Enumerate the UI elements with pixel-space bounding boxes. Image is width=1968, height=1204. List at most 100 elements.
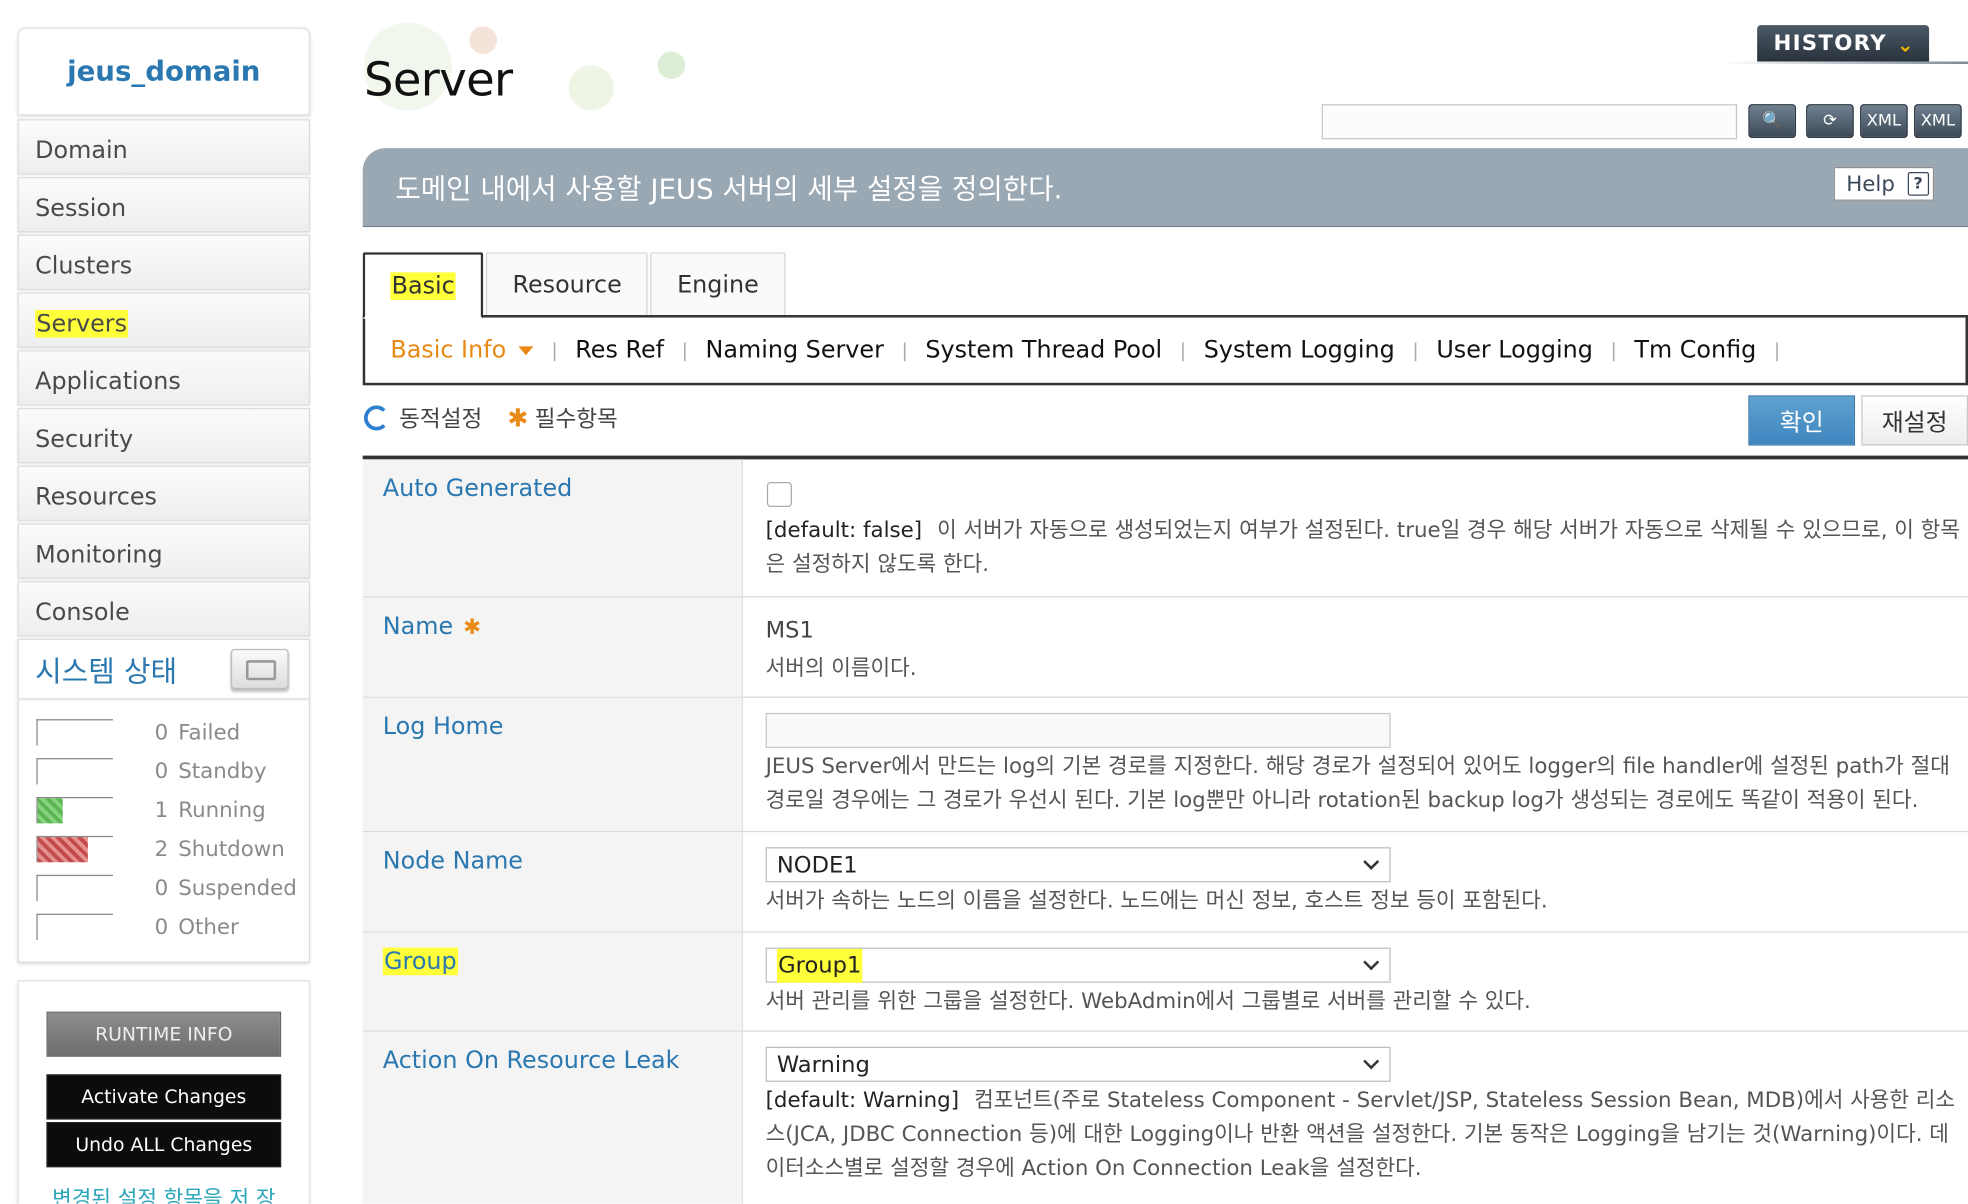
chevron-down-icon: ⌄ xyxy=(1896,32,1915,56)
group-select[interactable]: Group1 xyxy=(765,947,1391,983)
sidebar: jeus_domain Domain Session Clusters Serv… xyxy=(17,27,311,1204)
status-bar-fill xyxy=(37,798,63,824)
field-value: [default: false] 이 서버가 자동으로 생성되었는지 여부가 설정… xyxy=(743,459,1968,596)
history-underline xyxy=(1721,61,1968,65)
status-row: 0 Other xyxy=(19,907,309,946)
decoration-circle xyxy=(657,51,686,80)
default-value: [default: Warning] xyxy=(765,1088,960,1114)
tab-basic[interactable]: Basic xyxy=(362,252,484,319)
field-value: NODE1 서버가 속하는 노드의 이름을 설정한다. 노드에는 머신 정보, … xyxy=(743,832,1968,931)
auto-generated-checkbox[interactable] xyxy=(766,481,792,508)
subtab-system-logging[interactable]: System Logging xyxy=(1204,336,1395,364)
question-icon: ? xyxy=(1907,171,1929,196)
subtab-res-ref[interactable]: Res Ref xyxy=(575,336,664,364)
field-label-text: Group xyxy=(382,947,458,976)
field-label: Name ✱ xyxy=(362,597,744,697)
reset-button[interactable]: 재설정 xyxy=(1861,395,1968,446)
status-bar xyxy=(36,796,113,824)
field-label: Auto Generated xyxy=(362,459,744,597)
help-text: JEUS Server에서 만드는 log의 기본 경로를 지정한다. 해당 경… xyxy=(765,754,1950,814)
help-text: 서버가 속하는 노드의 이름을 설정한다. 노드에는 머신 정보, 호스트 정보… xyxy=(765,888,1548,914)
divider: | xyxy=(681,338,688,362)
status-row: 1 Running xyxy=(19,791,309,830)
undo-changes-button[interactable]: Undo ALL Changes xyxy=(46,1122,282,1168)
help-label: Help xyxy=(1846,171,1895,197)
row-log-home: Log Home JEUS Server에서 만드는 log의 기본 경로를 지… xyxy=(362,697,1968,833)
select-value: Warning xyxy=(776,1051,870,1078)
field-label: Node Name xyxy=(362,832,744,932)
changed-settings-link[interactable]: 변경된 설정 항목을 저 장 및 취소하는 기능 입 xyxy=(46,1185,281,1203)
activate-changes-button[interactable]: Activate Changes xyxy=(46,1074,282,1120)
help-text: 서버의 이름이다. xyxy=(765,656,917,682)
row-action-on-resource-leak: Action On Resource Leak Warning [default… xyxy=(362,1031,1968,1204)
ok-button[interactable]: 확인 xyxy=(1748,395,1856,446)
main-tabs: Basic Resource Engine xyxy=(362,252,788,319)
xml-export-icon[interactable]: XML xyxy=(1860,104,1908,139)
action-leak-select[interactable]: Warning xyxy=(765,1046,1391,1082)
subtab-tm-config[interactable]: Tm Config xyxy=(1634,336,1756,364)
log-home-input[interactable] xyxy=(765,712,1391,749)
domain-name[interactable]: jeus_domain xyxy=(17,27,311,116)
xml-import-icon[interactable]: XML xyxy=(1914,104,1962,139)
subtab-naming-server[interactable]: Naming Server xyxy=(706,336,884,364)
subtab-basic-info[interactable]: Basic Info xyxy=(390,336,534,364)
divider: | xyxy=(1412,338,1419,362)
description-banner: 도메인 내에서 사용할 JEUS 서버의 세부 설정을 정의한다. xyxy=(362,148,1968,228)
field-help: [default: false] 이 서버가 자동으로 생성되었는지 여부가 설정… xyxy=(766,515,1968,583)
default-value: [default: false] xyxy=(765,518,923,544)
node-name-select[interactable]: NODE1 xyxy=(765,847,1391,883)
chevron-down-icon xyxy=(1363,853,1380,870)
status-bar xyxy=(36,874,113,902)
field-value: MS1 서버의 이름이다. xyxy=(743,597,1968,696)
history-button[interactable]: HISTORY ⌄ xyxy=(1757,25,1930,63)
divider: | xyxy=(1610,338,1617,362)
field-value: Group1 서버 관리를 위한 그룹을 설정한다. WebAdmin에서 그룹… xyxy=(743,933,1968,1031)
legend-required: 필수항목 xyxy=(534,406,618,434)
nav-item-servers[interactable]: Servers xyxy=(17,292,311,348)
help-text: 이 서버가 자동으로 생성되었는지 여부가 설정된다. true일 경우 해당 … xyxy=(765,518,1960,578)
field-help: [default: Warning] 컴포넌트(주로 Stateless Comp… xyxy=(766,1084,1968,1186)
page-title: Server xyxy=(363,52,513,107)
search-input[interactable] xyxy=(1321,104,1738,140)
status-row: 0 Standby xyxy=(19,752,309,791)
status-count: 0 xyxy=(154,914,169,940)
status-label: Other xyxy=(178,914,239,940)
subtab-system-thread-pool[interactable]: System Thread Pool xyxy=(925,336,1162,364)
nav-item-resources[interactable]: Resources xyxy=(17,465,311,521)
field-value: Warning [default: Warning] 컴포넌트(주로 Statel… xyxy=(743,1032,1968,1204)
system-status-title: 시스템 상태 xyxy=(35,656,178,690)
row-node-name: Node Name NODE1 서버가 속하는 노드의 이름을 설정한다. 노드… xyxy=(362,832,1968,933)
status-count: 0 xyxy=(154,758,169,784)
field-label: Group xyxy=(362,932,744,1031)
divider: | xyxy=(901,338,908,362)
status-count: 2 xyxy=(154,836,169,862)
refresh-icon[interactable]: ⟳ xyxy=(1806,104,1854,139)
help-button[interactable]: Help? xyxy=(1833,166,1935,201)
nav-item-domain[interactable]: Domain xyxy=(17,119,311,175)
decoration-circle xyxy=(568,65,614,111)
status-count: 0 xyxy=(154,719,169,745)
nav-item-console[interactable]: Console xyxy=(17,581,311,637)
chevron-down-icon xyxy=(1363,1052,1380,1069)
monitor-icon[interactable] xyxy=(230,648,289,690)
nav-item-session[interactable]: Session xyxy=(17,176,311,233)
required-icon: ✱ xyxy=(463,614,482,641)
nav-item-security[interactable]: Security xyxy=(17,407,311,464)
nav-item-applications[interactable]: Applications xyxy=(17,350,311,406)
subtab-user-logging[interactable]: User Logging xyxy=(1436,336,1593,364)
search-icon[interactable]: 🔍 xyxy=(1748,104,1797,139)
nav-item-monitoring[interactable]: Monitoring xyxy=(17,523,311,579)
tab-engine[interactable]: Engine xyxy=(650,252,786,317)
row-group: Group Group1 서버 관리를 위한 그룹을 설정한다. WebAdmi… xyxy=(362,932,1968,1032)
chevron-down-icon xyxy=(1363,953,1380,970)
status-label: Running xyxy=(178,797,266,823)
status-bar xyxy=(36,913,113,941)
field-label: Action On Resource Leak xyxy=(362,1031,744,1204)
status-bar-fill xyxy=(37,837,89,863)
status-row: 0 Failed xyxy=(19,713,309,752)
tab-resource[interactable]: Resource xyxy=(486,252,649,317)
status-label: Failed xyxy=(178,719,241,745)
nav-item-clusters[interactable]: Clusters xyxy=(17,234,311,290)
runtime-info-button[interactable]: RUNTIME INFO xyxy=(46,1011,282,1057)
caret-down-icon xyxy=(518,345,534,355)
